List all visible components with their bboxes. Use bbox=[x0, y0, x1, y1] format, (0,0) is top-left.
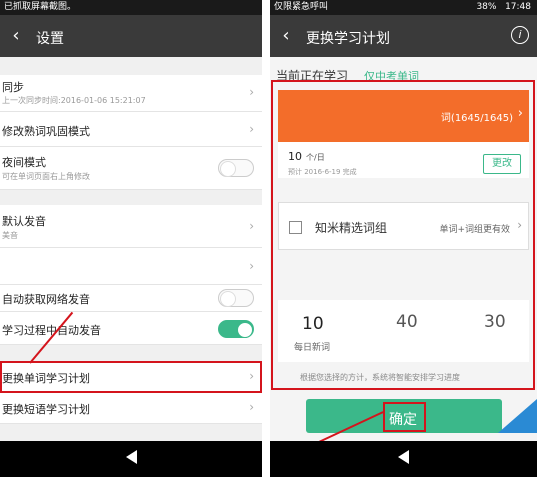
nav-bar bbox=[270, 441, 537, 477]
nav-back-icon[interactable] bbox=[125, 450, 137, 464]
chevron-right-icon: › bbox=[249, 400, 254, 414]
setting-sync[interactable]: 同步 上一次同步时间:2016-01-06 15:21:07 › bbox=[0, 75, 262, 112]
status-bar: 已抓取屏幕截图。 bbox=[0, 0, 262, 15]
battery-level: 38% bbox=[476, 2, 497, 12]
page-title: 设置 bbox=[36, 31, 64, 47]
highlight-box bbox=[271, 80, 535, 390]
status-bar: 仅限紧急呼叫 38% 17:48 bbox=[270, 0, 537, 15]
settings-screen: 已抓取屏幕截图。 ‹ 设置 同步 上一次同步时间:2016-01-06 15:2… bbox=[0, 0, 262, 477]
setting-auto-fetch-label: 自动获取网络发音 bbox=[2, 293, 90, 306]
setting-pronunciation-sub: 美音 bbox=[2, 231, 18, 240]
status-text: 已抓取屏幕截图。 bbox=[4, 2, 77, 12]
plan-screen: 仅限紧急呼叫 38% 17:48 ‹ 更换学习计划 i 当前正在学习 仅中考单词… bbox=[270, 0, 537, 477]
night-mode-toggle[interactable] bbox=[218, 159, 254, 177]
setting-item-blank[interactable]: › bbox=[0, 248, 262, 285]
setting-pronunciation-label: 默认发音 bbox=[2, 215, 46, 228]
decorative-corner bbox=[498, 399, 537, 433]
change-phrase-plan-label: 更换短语学习计划 bbox=[2, 403, 90, 416]
status-left-text: 仅限紧急呼叫 bbox=[274, 2, 329, 12]
page-title: 更换学习计划 bbox=[306, 31, 390, 47]
nav-bar bbox=[0, 441, 262, 477]
chevron-left-icon[interactable]: ‹ bbox=[276, 25, 296, 47]
setting-sync-label: 同步 bbox=[2, 81, 24, 94]
setting-night-mode-sub: 可在单词页面右上角修改 bbox=[2, 172, 90, 181]
chevron-right-icon: › bbox=[249, 85, 254, 99]
info-icon[interactable]: i bbox=[511, 26, 529, 44]
confirm-label: 确定 bbox=[389, 412, 417, 428]
chevron-left-icon[interactable]: ‹ bbox=[6, 25, 26, 47]
nav-back-icon[interactable] bbox=[398, 450, 410, 464]
setting-change-phrase-plan[interactable]: 更换短语学习计划 › bbox=[0, 393, 262, 424]
highlight-box bbox=[0, 361, 262, 393]
settings-title-bar: ‹ 设置 bbox=[0, 15, 262, 57]
divider bbox=[262, 0, 270, 477]
chevron-right-icon: › bbox=[249, 219, 254, 233]
setting-review-mode-label: 修改熟词巩固模式 bbox=[2, 125, 90, 138]
plan-title-bar: ‹ 更换学习计划 i bbox=[270, 15, 537, 57]
setting-review-mode[interactable]: 修改熟词巩固模式 › bbox=[0, 112, 262, 147]
setting-night-mode: 夜间模式 可在单词页面右上角修改 bbox=[0, 147, 262, 190]
auto-play-toggle[interactable] bbox=[218, 320, 254, 338]
setting-pronunciation[interactable]: 默认发音 美音 › bbox=[0, 205, 262, 248]
setting-auto-fetch-audio: 自动获取网络发音 bbox=[0, 285, 262, 312]
chevron-right-icon: › bbox=[249, 122, 254, 136]
setting-auto-play: 学习过程中自动发音 bbox=[0, 312, 262, 345]
chevron-right-icon: › bbox=[249, 259, 254, 273]
setting-sync-sub: 上一次同步时间:2016-01-06 15:21:07 bbox=[2, 96, 146, 105]
setting-night-mode-label: 夜间模式 bbox=[2, 156, 46, 169]
auto-fetch-toggle[interactable] bbox=[218, 289, 254, 307]
clock: 17:48 bbox=[505, 2, 531, 12]
